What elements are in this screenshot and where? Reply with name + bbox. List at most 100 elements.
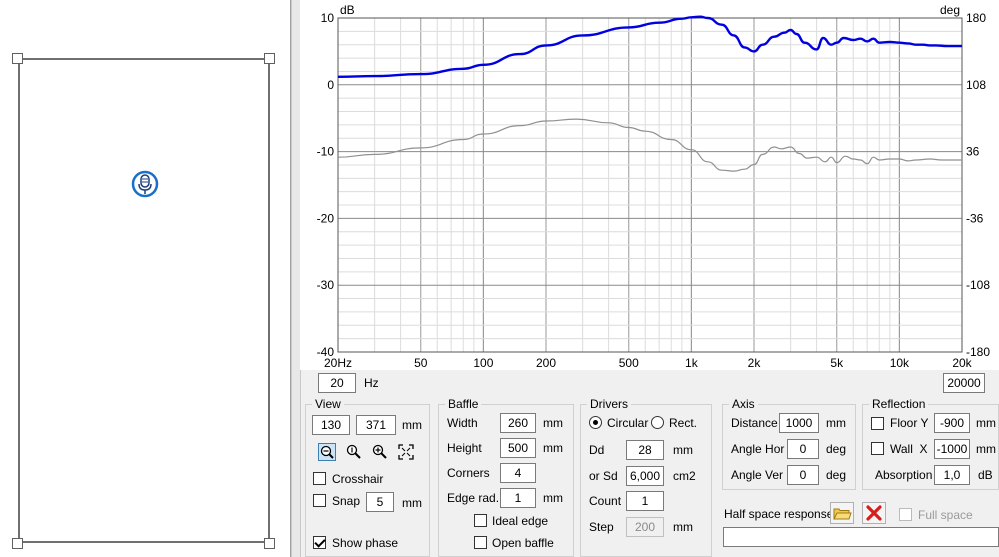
full-space-checkbox (899, 508, 912, 521)
step-input: 200 (626, 517, 664, 537)
baffle-corners-input[interactable]: 4 (500, 463, 536, 483)
angle-hor-unit: deg (826, 442, 847, 456)
full-space-label: Full space (918, 508, 973, 522)
y-tick-label: -30 (317, 278, 335, 292)
view-height-input[interactable]: 371 (356, 415, 396, 435)
crosshair-label: Crosshair (332, 472, 384, 486)
baffle-corners-label: Corners (447, 466, 490, 480)
y2-tick-label: -36 (966, 211, 984, 225)
baffle-width-input[interactable]: 260 (500, 413, 536, 433)
snap-label: Snap (332, 494, 361, 508)
resize-handle-top-right[interactable] (264, 53, 275, 64)
distance-label: Distance (731, 416, 778, 430)
snap-unit: mm (402, 496, 422, 510)
y-tick-label: -20 (317, 211, 335, 225)
show-phase-label: Show phase (332, 536, 399, 550)
absorption-label: Absorption (875, 468, 933, 482)
count-input[interactable]: 1 (626, 491, 664, 511)
resize-handle-top-left[interactable] (12, 53, 23, 64)
floor-checkbox[interactable] (871, 417, 884, 430)
view-unit: mm (402, 418, 422, 432)
angle-ver-label: Angle Ver (731, 468, 784, 482)
fit-all-icon[interactable] (397, 443, 415, 461)
delete-icon[interactable] (862, 502, 886, 524)
zoom-out-icon[interactable] (371, 443, 389, 461)
sd-input[interactable]: 6,000 (626, 466, 664, 486)
freq-min-input[interactable]: 20 (318, 373, 356, 393)
angle-hor-label: Angle Hor (731, 442, 785, 456)
drivers-group-title: Drivers (587, 397, 631, 411)
baffle-edge-label: Edge rad. (447, 491, 500, 505)
zoom-in-icon[interactable] (345, 443, 363, 461)
y2-tick-label: -108 (966, 278, 990, 292)
resize-handle-bottom-right[interactable] (264, 538, 275, 549)
y-tick-label: 10 (321, 11, 335, 25)
circular-radio[interactable] (589, 416, 602, 429)
count-label: Count (589, 494, 622, 508)
show-phase-checkbox[interactable] (313, 536, 326, 549)
reflection-group-title: Reflection (869, 397, 929, 411)
y2-tick-label: 108 (966, 78, 986, 92)
distance-unit: mm (826, 416, 846, 430)
crosshair-checkbox[interactable] (313, 472, 326, 485)
view-width-input[interactable]: 130 (312, 415, 350, 435)
resize-handle-bottom-left[interactable] (12, 538, 23, 549)
floor-unit: mm (976, 416, 996, 430)
rect-radio[interactable] (651, 416, 664, 429)
axis-group-title: Axis (729, 397, 758, 411)
step-unit: mm (673, 520, 693, 534)
dd-label: Dd (589, 443, 605, 457)
snap-value-input[interactable]: 5 (366, 492, 394, 512)
angle-hor-input[interactable]: 0 (787, 439, 819, 459)
baffle-height-input[interactable]: 500 (500, 438, 536, 458)
baffle-width-label: Width (447, 416, 478, 430)
y-tick-label: -10 (317, 145, 335, 159)
y-axis-unit-label: dB (340, 3, 355, 17)
angle-ver-unit: deg (826, 468, 847, 482)
absorption-input[interactable]: 1,0 (934, 465, 970, 485)
half-space-label: Half space response (724, 507, 834, 521)
circular-label: Circular (607, 416, 649, 430)
freq-min-unit: Hz (364, 376, 379, 390)
floor-input[interactable]: -900 (934, 413, 970, 433)
x-tick-label: 500 (619, 356, 639, 370)
open-baffle-label: Open baffle (492, 536, 554, 550)
baffle-outline[interactable] (18, 58, 270, 543)
wall-unit: mm (976, 442, 996, 456)
snap-checkbox[interactable] (313, 494, 326, 507)
chart-svg: 100-10-20-30-4018010836-36-108-180dB deg2… (317, 3, 991, 370)
distance-input[interactable]: 1000 (779, 413, 819, 433)
baffle-height-unit: mm (543, 441, 563, 455)
x-tick-label: 50 (414, 356, 428, 370)
microphone-icon[interactable] (131, 170, 159, 198)
wall-checkbox[interactable] (871, 442, 884, 455)
freq-max-input[interactable]: 20000 (943, 373, 985, 393)
dd-unit: mm (673, 443, 693, 457)
dd-input[interactable]: 28 (626, 440, 664, 460)
step-label: Step (589, 520, 614, 534)
baffle-width-unit: mm (543, 416, 563, 430)
x-tick-label: 200 (536, 356, 556, 370)
view-group-title: View (312, 397, 344, 411)
ideal-edge-checkbox[interactable] (474, 514, 487, 527)
baffle-edge-input[interactable]: 1 (500, 488, 536, 508)
x-tick-label: 20k (952, 356, 972, 370)
plot-area (338, 18, 962, 352)
half-space-file-input[interactable] (723, 527, 999, 547)
y-tick-label: 0 (327, 78, 334, 92)
ideal-edge-label: Ideal edge (492, 514, 549, 528)
zoom-fit-icon[interactable] (318, 443, 336, 461)
angle-ver-input[interactable]: 0 (787, 465, 819, 485)
y2-axis-unit-label: deg (940, 3, 960, 17)
wall-label: Wall X (890, 442, 928, 456)
absorption-unit: dB (978, 468, 993, 482)
baffle-height-label: Height (447, 441, 482, 455)
open-baffle-checkbox[interactable] (474, 536, 487, 549)
open-folder-icon[interactable] (830, 502, 854, 524)
wall-input[interactable]: -1000 (934, 439, 970, 459)
sd-label: or Sd (589, 469, 618, 483)
floor-label: Floor Y (890, 416, 929, 430)
x-tick-label: 2k (748, 356, 762, 370)
baffle-view-pane[interactable] (0, 0, 291, 557)
frequency-response-chart: 10 0 -10 -20 -30 -40 180 108 36 -36 -108 -180 dB deg 2… (300, 0, 999, 370)
